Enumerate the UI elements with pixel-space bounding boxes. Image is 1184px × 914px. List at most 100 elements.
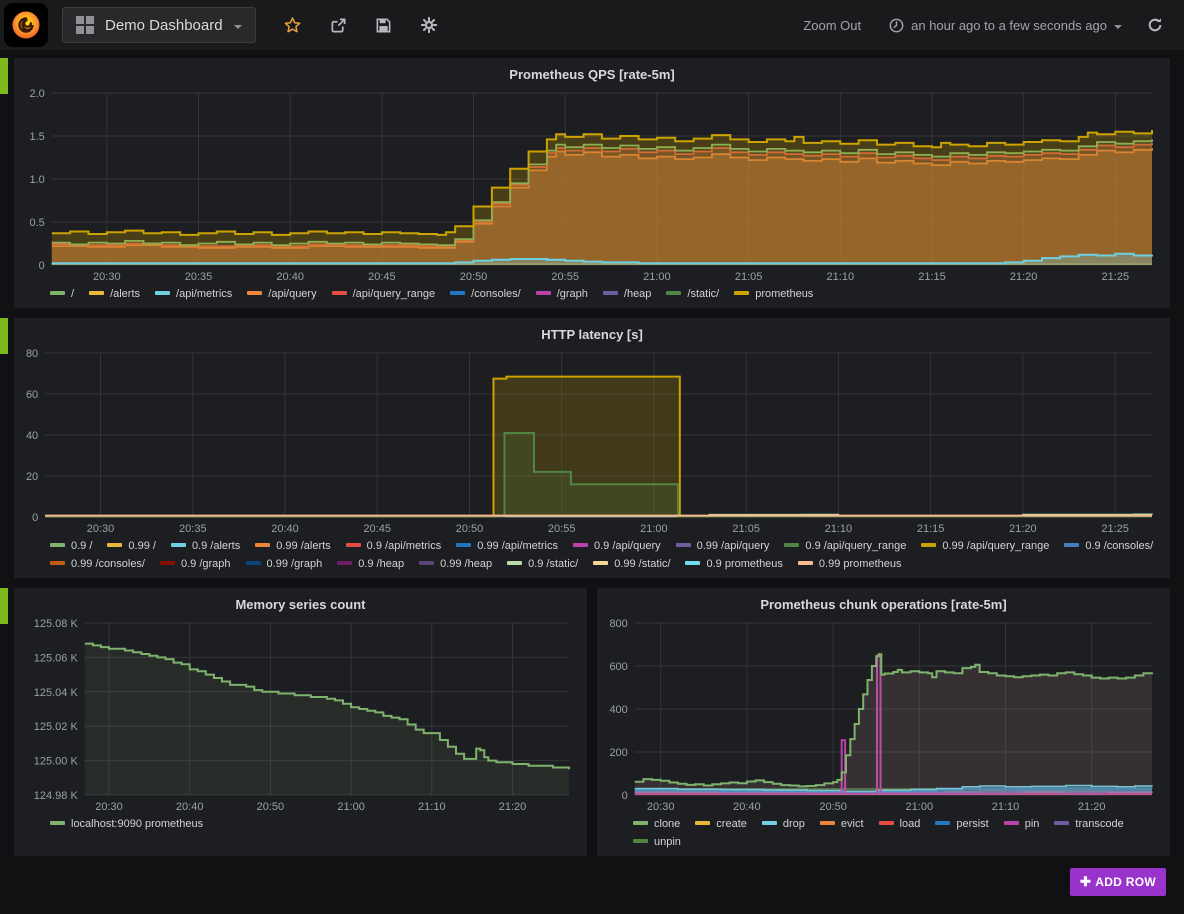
legend-item[interactable]: /api/query	[247, 288, 316, 300]
legend-item[interactable]: 0.9 /alerts	[171, 540, 240, 552]
share-icon	[330, 17, 347, 34]
legend-color-chip	[160, 561, 175, 565]
legend-item[interactable]: 0.9 /static/	[507, 558, 578, 570]
legend-item[interactable]: 0.9 /api/metrics	[346, 540, 442, 552]
legend-item[interactable]: /consoles/	[450, 288, 521, 300]
legend-color-chip	[50, 561, 65, 565]
legend-item[interactable]: load	[879, 818, 921, 830]
svg-text:125.04 K: 125.04 K	[34, 687, 79, 699]
legend-item[interactable]: 0.99 /consoles/	[50, 558, 145, 570]
legend-item[interactable]: 0.9 /consoles/	[1064, 540, 1153, 552]
legend-item[interactable]: 0.99 /heap	[419, 558, 492, 570]
legend-item[interactable]: pin	[1004, 818, 1040, 830]
legend-color-chip	[337, 561, 352, 565]
legend-item[interactable]: 0.9 /api/query	[573, 540, 661, 552]
legend-label: persist	[956, 818, 988, 830]
save-dashboard-button[interactable]	[368, 12, 399, 39]
svg-text:125.06 K: 125.06 K	[34, 652, 79, 664]
legend-color-chip	[107, 543, 122, 547]
svg-text:21:20: 21:20	[1009, 523, 1037, 535]
legend-item[interactable]: create	[695, 818, 747, 830]
svg-text:20:30: 20:30	[95, 801, 123, 813]
dashboard-settings-button[interactable]	[413, 11, 445, 39]
grafana-logo[interactable]	[4, 3, 48, 47]
legend-item[interactable]: 0.99 prometheus	[798, 558, 902, 570]
zoom-out-button[interactable]: Zoom Out	[793, 12, 871, 39]
row-toggle-tab[interactable]	[0, 58, 8, 94]
svg-text:20:50: 20:50	[257, 801, 285, 813]
legend-item[interactable]: 0.99 /api/query_range	[921, 540, 1049, 552]
dashboard-title: Demo Dashboard	[105, 17, 223, 34]
legend-label: /api/query_range	[353, 288, 436, 300]
legend-label: /api/query	[268, 288, 316, 300]
legend-color-chip	[935, 821, 950, 825]
row-toggle-tab[interactable]	[0, 318, 8, 354]
legend-item[interactable]: persist	[935, 818, 988, 830]
legend-item[interactable]: 0.99 /alerts	[255, 540, 330, 552]
svg-text:20:55: 20:55	[548, 523, 576, 535]
legend-item[interactable]: 0.99 /api/metrics	[456, 540, 558, 552]
legend-label: 0.9 prometheus	[706, 558, 782, 570]
legend-label: 0.9 /api/query_range	[805, 540, 906, 552]
legend-item[interactable]: 0.9 /	[50, 540, 92, 552]
legend-item[interactable]: 0.9 prometheus	[685, 558, 782, 570]
legend-item[interactable]: prometheus	[734, 288, 813, 300]
legend-item[interactable]: 0.99 /api/query	[676, 540, 770, 552]
legend-item[interactable]: /alerts	[89, 288, 140, 300]
legend-item[interactable]: drop	[762, 818, 805, 830]
svg-text:800: 800	[609, 618, 627, 630]
svg-text:20:40: 20:40	[271, 523, 299, 535]
legend-item[interactable]: unpin	[633, 836, 681, 848]
panel-title[interactable]: HTTP latency [s]	[20, 323, 1164, 345]
svg-text:21:05: 21:05	[735, 271, 763, 283]
legend-item[interactable]: /heap	[603, 288, 652, 300]
legend-color-chip	[89, 291, 104, 295]
legend-label: 0.99 /api/query	[697, 540, 770, 552]
legend-item[interactable]: clone	[633, 818, 680, 830]
legend-label: evict	[841, 818, 864, 830]
legend-item[interactable]: /graph	[536, 288, 588, 300]
legend-item[interactable]: 0.9 /graph	[160, 558, 231, 570]
row-toggle-tab[interactable]	[0, 588, 8, 624]
legend-item[interactable]: localhost:9090 prometheus	[50, 818, 203, 830]
svg-text:1.5: 1.5	[30, 131, 45, 143]
add-row-button[interactable]: ✚ADD ROW	[1070, 868, 1166, 896]
svg-text:21:10: 21:10	[825, 523, 853, 535]
star-dashboard-button[interactable]	[276, 11, 309, 40]
chunk-ops-chart[interactable]: 020040060080020:3020:4020:5021:0021:1021…	[603, 615, 1164, 815]
legend-item[interactable]: /static/	[666, 288, 719, 300]
legend-color-chip	[633, 839, 648, 843]
legend-item[interactable]: 0.9 /api/query_range	[784, 540, 906, 552]
svg-text:21:05: 21:05	[732, 523, 760, 535]
share-dashboard-button[interactable]	[323, 12, 354, 39]
legend-label: unpin	[654, 836, 681, 848]
svg-text:21:20: 21:20	[1010, 271, 1038, 283]
legend-label: /graph	[557, 288, 588, 300]
legend-label: clone	[654, 818, 680, 830]
latency-chart[interactable]: 02040608020:3020:3520:4020:4520:5020:552…	[20, 345, 1164, 537]
latency-legend: 0.9 / 0.99 / 0.9 /alerts 0.99 /alerts 0.9 /a…	[20, 537, 1164, 576]
refresh-button[interactable]	[1140, 12, 1170, 38]
legend-label: 0.9 /api/query	[594, 540, 661, 552]
memory-chart[interactable]: 124.98 K125.00 K125.02 K125.04 K125.06 K…	[20, 615, 581, 815]
svg-text:600: 600	[609, 661, 627, 673]
legend-item[interactable]: transcode	[1054, 818, 1123, 830]
panel-title[interactable]: Prometheus QPS [rate-5m]	[20, 63, 1164, 85]
legend-item[interactable]: /	[50, 288, 74, 300]
qps-chart[interactable]: 00.51.01.52.020:3020:3520:4020:4520:5020…	[20, 85, 1164, 285]
dashboard-selector[interactable]: Demo Dashboard	[62, 7, 256, 43]
legend-item[interactable]: 0.9 /heap	[337, 558, 404, 570]
time-range-picker[interactable]: an hour ago to a few seconds ago	[881, 12, 1130, 39]
legend-color-chip	[450, 291, 465, 295]
svg-text:20:35: 20:35	[185, 271, 213, 283]
legend-item[interactable]: /api/query_range	[332, 288, 436, 300]
panel-title[interactable]: Prometheus chunk operations [rate-5m]	[603, 593, 1164, 615]
legend-item[interactable]: 0.99 /	[107, 540, 156, 552]
legend-item[interactable]: evict	[820, 818, 864, 830]
legend-color-chip	[536, 291, 551, 295]
dashboard-row-2: HTTP latency [s] 02040608020:3020:3520:4…	[0, 318, 1170, 578]
legend-item[interactable]: 0.99 /static/	[593, 558, 670, 570]
legend-item[interactable]: /api/metrics	[155, 288, 232, 300]
panel-title[interactable]: Memory series count	[20, 593, 581, 615]
legend-item[interactable]: 0.99 /graph	[246, 558, 323, 570]
